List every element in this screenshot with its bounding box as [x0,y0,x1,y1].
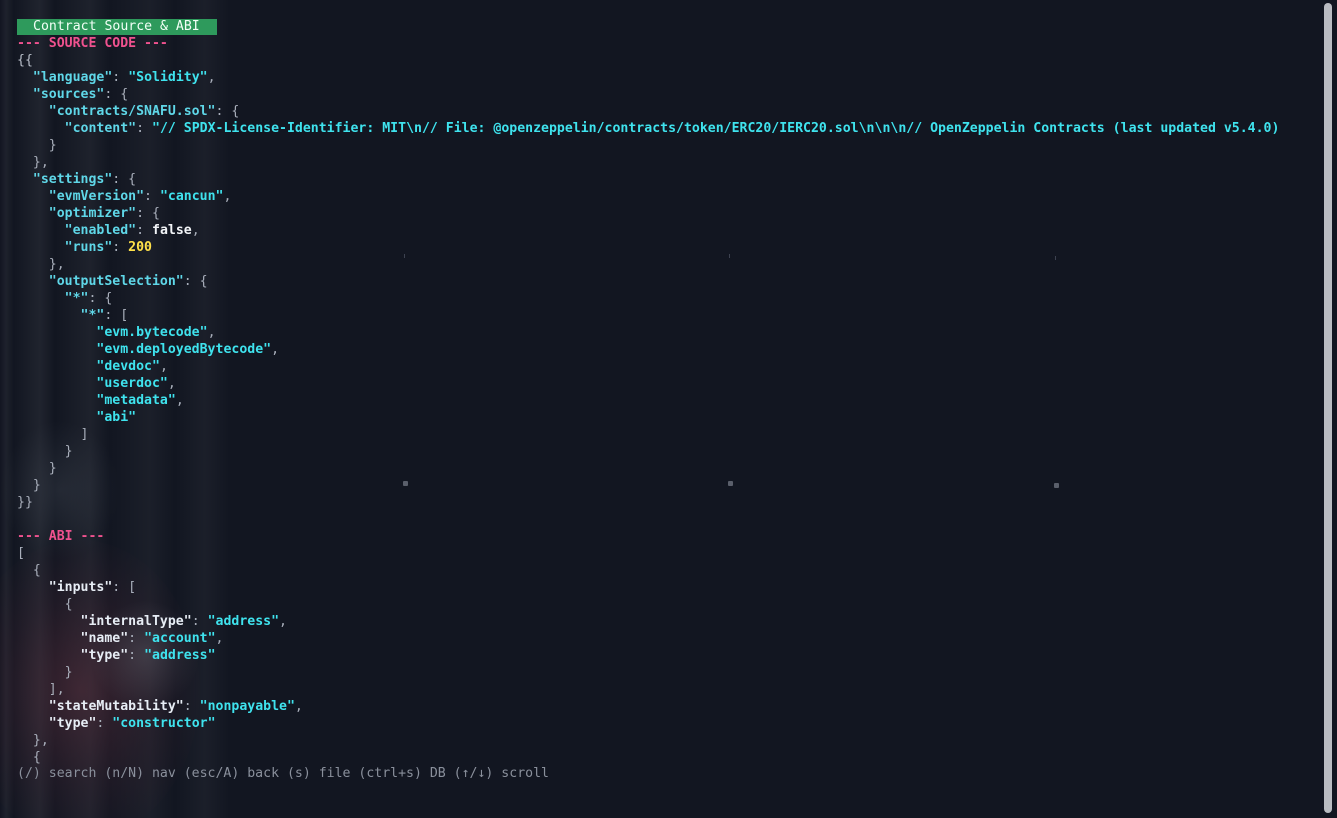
code-line: "internalType": "address", [80,614,287,629]
code-line: "evm.bytecode", [96,325,216,340]
code-line: "type": "address" [80,648,216,663]
code-line: "type": "constructor" [48,716,216,731]
code-line: "contracts/SNAFU.sol": { [48,104,240,119]
code-line: "enabled": false, [64,223,200,238]
code-line: "outputSelection": { [48,274,208,289]
code-line: "*": { [64,291,113,306]
scrollbar[interactable] [1324,3,1332,813]
code-line: { [17,750,41,765]
code-line: "*": [ [80,308,129,323]
source-section-header: --- SOURCE CODE --- [17,36,168,51]
source-open: {{ [17,53,33,68]
code-line: "settings": { [32,172,137,187]
code-line: "evm.deployedBytecode", [96,342,280,357]
code-line: "evmVersion": "cancun", [48,189,232,204]
code-line: { [17,597,73,612]
code-line: }, [17,155,49,170]
abi-open: [ [17,546,25,561]
keybinding-help: (/) search (n/N) nav (esc/A) back (s) fi… [17,766,549,781]
code-line: "language": "Solidity", [32,70,216,85]
code-line: "content": "// SPDX-License-Identifier: … [64,121,1280,136]
code-line: "optimizer": { [48,206,160,221]
code-line: }, [17,257,65,272]
code-line: "sources": { [32,87,129,102]
code-line: "userdoc", [96,376,176,391]
code-line: } [17,665,73,680]
code-line: "devdoc", [96,359,168,374]
code-line: ], [17,682,65,697]
code-line: } [17,478,41,493]
code-line: "name": "account", [80,631,224,646]
code-line: { [17,563,41,578]
code-line: "stateMutability": "nonpayable", [48,699,303,714]
code-line: "runs": 200 [64,240,152,255]
window-title: Contract Source & ABI [17,19,217,35]
code-line: }, [17,733,49,748]
code-line: "metadata", [96,393,184,408]
code-line: } [17,461,57,476]
source-close: }} [17,495,33,510]
code-line: } [17,444,73,459]
abi-section-header: --- ABI --- [17,529,105,544]
code-line: "inputs": [ [48,580,137,595]
code-line: } [17,138,57,153]
terminal-content: Contract Source & ABI --- SOURCE CODE --… [17,18,1279,766]
code-line: "abi" [96,410,137,425]
code-line: ] [17,427,89,442]
